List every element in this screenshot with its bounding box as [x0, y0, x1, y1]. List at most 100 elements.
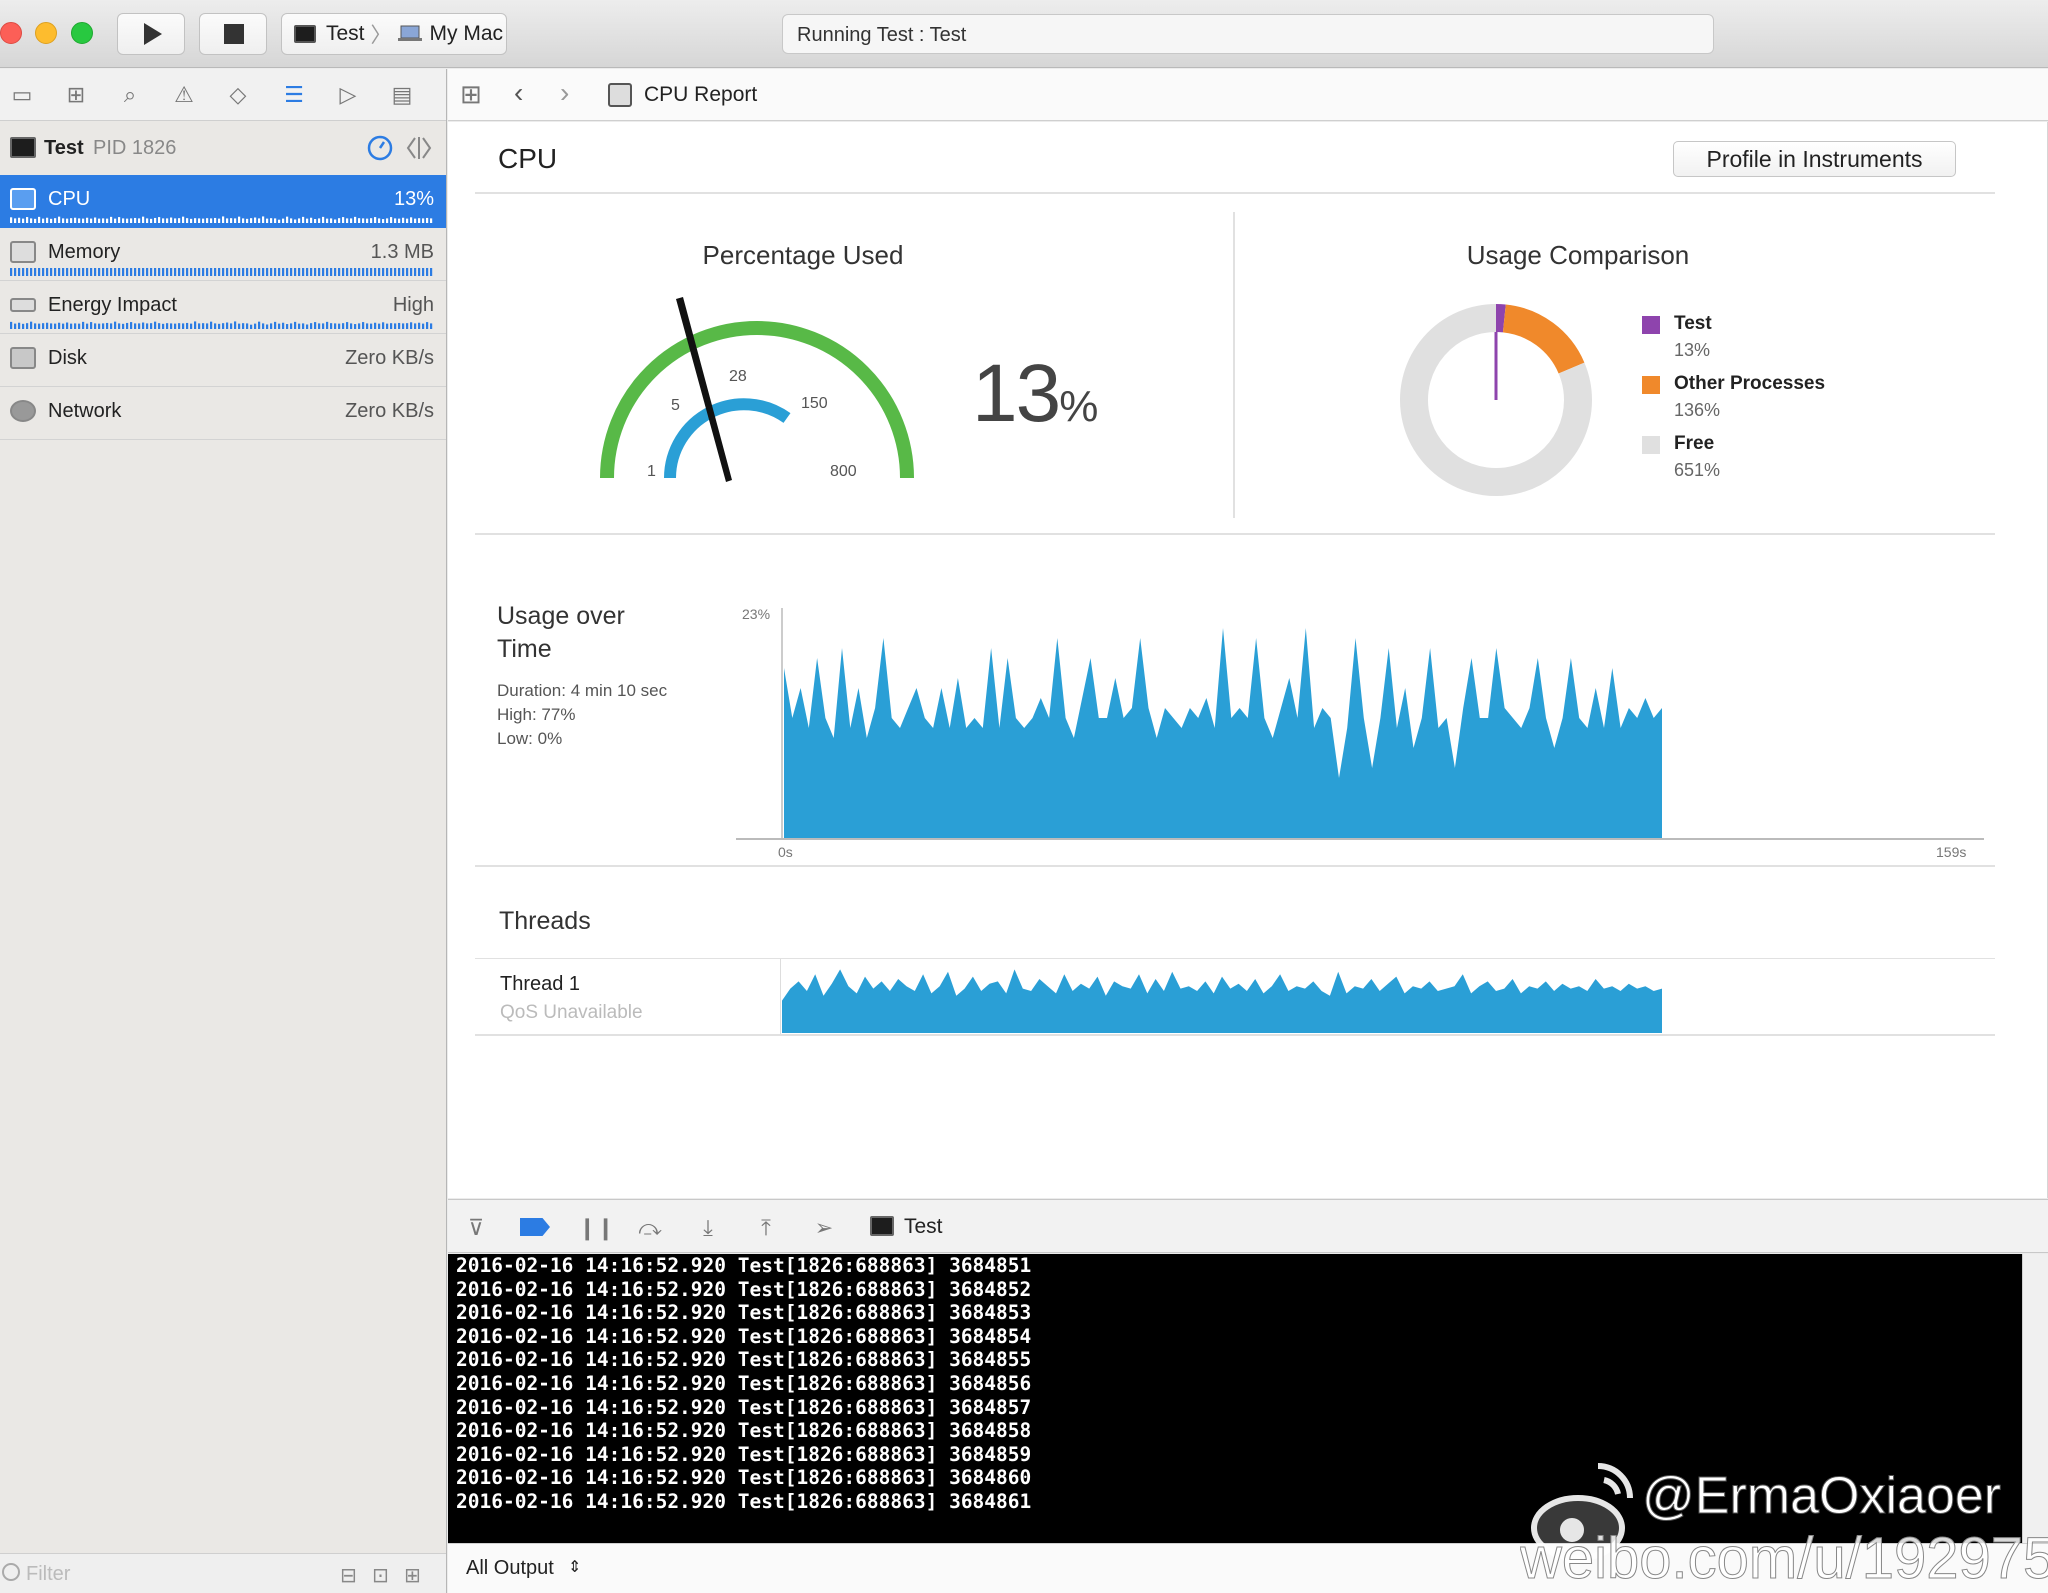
sparkline-bar	[14, 323, 17, 329]
sparkline-bar	[10, 217, 13, 223]
stop-button[interactable]	[199, 13, 267, 55]
symbol-navigator-icon[interactable]: ⊞	[62, 81, 90, 109]
sparkline-bar	[174, 323, 177, 329]
cpu-percentage-readout: 13%	[972, 347, 1098, 441]
sparkline-bar	[334, 268, 337, 276]
sparkline-bar	[122, 218, 125, 223]
sparkline-bar	[326, 218, 329, 223]
sparkline-bar	[166, 218, 169, 223]
related-items-icon[interactable]: ⊞	[460, 79, 482, 110]
pause-icon[interactable]: ❙❙	[578, 1214, 615, 1242]
run-button[interactable]	[117, 13, 185, 55]
search-icon[interactable]: ⌕	[116, 81, 144, 109]
back-icon[interactable]: ‹	[514, 77, 523, 109]
sparkline-bar	[430, 268, 433, 276]
sparkline-bar	[106, 218, 109, 223]
sparkline-bar	[34, 323, 37, 329]
sparkline-bar	[342, 323, 345, 329]
filter-option-3-icon[interactable]: ⊞	[404, 1563, 421, 1588]
test-navigator-icon[interactable]: ◇	[224, 81, 252, 109]
step-into-icon[interactable]: ⤓	[694, 1214, 722, 1242]
breakpoint-icon[interactable]: ▷	[334, 81, 362, 109]
gauge-disk[interactable]: Disk Zero KB/s	[0, 334, 446, 387]
legend-value-test: 13%	[1674, 340, 1711, 360]
chevron-updown-icon[interactable]: ⇕	[568, 1557, 581, 1577]
legend-swatch-free	[1642, 436, 1660, 454]
gauge-cpu[interactable]: CPU 13%	[0, 175, 446, 228]
output-filter-select[interactable]: All Output	[466, 1557, 554, 1580]
sparkline-bar	[418, 268, 421, 276]
scheme-selector[interactable]: Test 〉 My Mac	[281, 13, 507, 55]
sparkline-bar	[298, 218, 301, 223]
folder-icon[interactable]: ▭	[8, 81, 36, 109]
sparkline-bar	[246, 218, 249, 223]
sparkline-bar	[134, 323, 137, 329]
sparkline-bar	[402, 217, 405, 223]
sparkline-bar	[414, 218, 417, 223]
split-view-icon[interactable]	[404, 134, 434, 162]
breakpoints-toggle-icon[interactable]	[520, 1218, 550, 1236]
sparkline-bar	[426, 217, 429, 223]
thread-name: Thread 1	[500, 973, 581, 995]
sparkline-bar	[66, 268, 69, 276]
sparkline-bar	[266, 218, 269, 223]
sparkline-bar	[190, 268, 193, 276]
step-out-icon[interactable]: ⤒	[752, 1214, 780, 1242]
sparkline-bar	[222, 323, 225, 329]
zoom-window-button[interactable]	[71, 22, 93, 44]
sparkline-bar	[46, 268, 49, 276]
debug-navigator: ▭ ⊞ ⌕ ⚠ ◇ ☰ ▷ ▤ Test PID 1826 CPU 13% Me…	[0, 69, 447, 1593]
hide-debug-area-icon[interactable]: ⊽	[462, 1214, 490, 1242]
step-over-icon[interactable]: ⤼	[636, 1214, 664, 1242]
console-scrollbar[interactable]	[2022, 1254, 2048, 1543]
sparkline-bar	[326, 268, 329, 276]
warning-icon[interactable]: ⚠	[170, 81, 198, 109]
process-row[interactable]: Test PID 1826	[0, 121, 446, 175]
gauge-memory[interactable]: Memory 1.3 MB	[0, 228, 446, 281]
sparkline-bar	[258, 268, 261, 276]
sparkline-bar	[226, 218, 229, 223]
sparkline-bar	[102, 268, 105, 276]
location-icon[interactable]: ➢	[810, 1214, 838, 1242]
console-output[interactable]: 2016-02-16 14:16:52.920 Test[1826:688863…	[448, 1254, 2022, 1543]
sparkline-bar	[106, 322, 109, 329]
filter-icon[interactable]	[2, 1563, 20, 1581]
sparkline-bar	[210, 218, 213, 223]
sparkline-bar	[142, 322, 145, 329]
gauge-value: Zero KB/s	[345, 347, 434, 369]
close-window-button[interactable]	[0, 22, 22, 44]
jumpbar-title[interactable]: CPU Report	[644, 83, 757, 107]
sparkline-bar	[270, 268, 273, 276]
sparkline-bar	[338, 323, 341, 329]
debug-target-label[interactable]: Test	[904, 1215, 943, 1239]
sparkline-bar	[130, 268, 133, 276]
sparkline-bar	[90, 218, 93, 223]
forward-icon[interactable]: ›	[560, 77, 569, 109]
sparkline-bar	[10, 268, 13, 276]
sparkline-bar	[430, 323, 433, 329]
sparkline-bar	[26, 268, 29, 276]
sparkline-bar	[114, 218, 117, 223]
debug-navigator-icon[interactable]: ☰	[280, 81, 308, 109]
filter-option-1-icon[interactable]: ⊟	[340, 1563, 357, 1588]
sparkline-bar	[306, 268, 309, 276]
sparkline-bar	[386, 218, 389, 223]
thread-row[interactable]: Thread 1 QoS Unavailable	[475, 959, 1995, 1034]
filter-option-2-icon[interactable]: ⊡	[372, 1563, 389, 1588]
report-icon[interactable]: ▤	[388, 81, 416, 109]
minimize-window-button[interactable]	[35, 22, 57, 44]
sparkline-bar	[194, 268, 197, 276]
memory-sparkline	[10, 268, 433, 276]
sparkline-bar	[114, 268, 117, 276]
sparkline-bar	[386, 323, 389, 329]
profile-in-instruments-button[interactable]: Profile in Instruments	[1673, 141, 1956, 177]
gauge-energy[interactable]: Energy Impact High	[0, 281, 446, 334]
sparkline-bar	[278, 219, 281, 223]
sparkline-bar	[390, 217, 393, 223]
gauge-network[interactable]: Network Zero KB/s	[0, 387, 446, 440]
filter-placeholder[interactable]: Filter	[26, 1563, 70, 1586]
sparkline-bar	[238, 323, 241, 329]
sparkline-bar	[154, 321, 157, 329]
gauge-icon[interactable]	[366, 134, 394, 162]
legend-value-free: 651%	[1674, 460, 1721, 480]
